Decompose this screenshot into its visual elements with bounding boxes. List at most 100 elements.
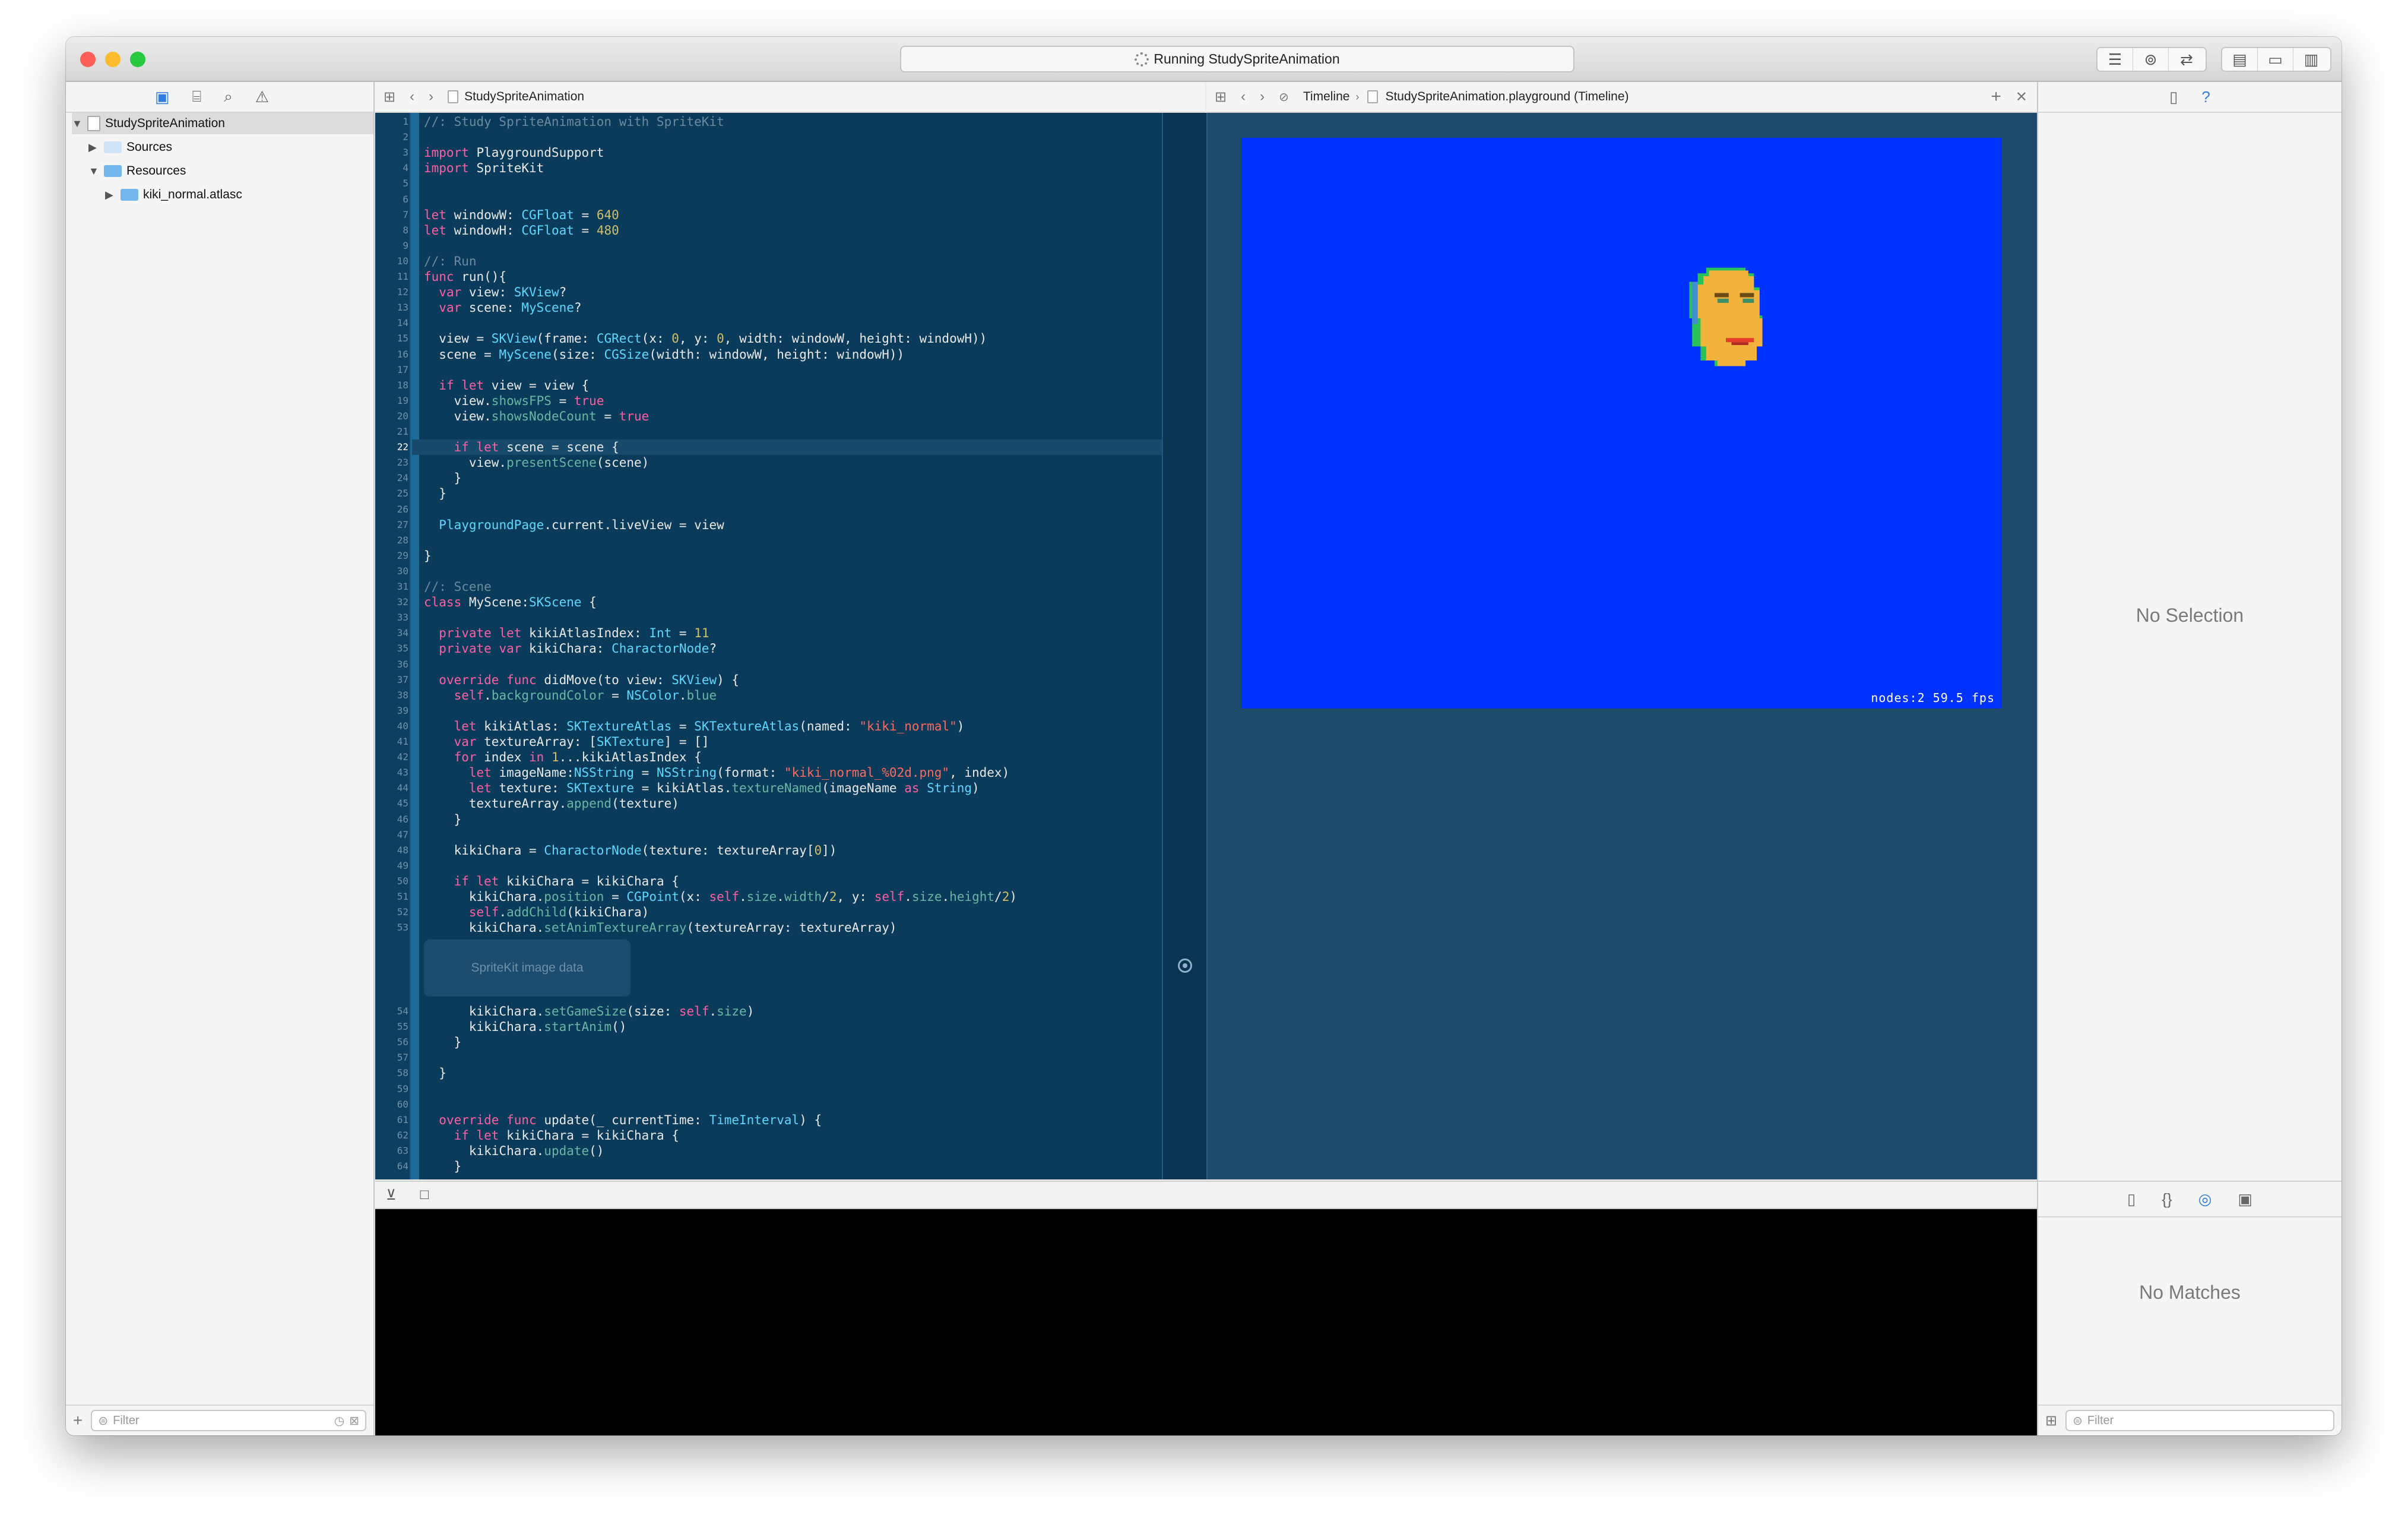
zoom-window-button[interactable] — [130, 52, 145, 67]
code-line[interactable]: let imageName:NSString = NSString(format… — [424, 765, 1009, 780]
disclosure-collapsed-icon[interactable]: ▶ — [105, 189, 116, 201]
line-number[interactable]: 55 — [375, 1019, 408, 1035]
code-line[interactable]: } — [424, 548, 432, 564]
code-line[interactable]: let texture: SKTexture = kikiAtlas.textu… — [424, 780, 980, 796]
line-number[interactable]: 12 — [375, 284, 408, 300]
code-line[interactable]: //: Run — [424, 254, 477, 269]
line-number[interactable]: 17 — [375, 362, 408, 378]
code-line[interactable]: view.presentScene(scene) — [424, 455, 649, 470]
line-number[interactable]: 37 — [375, 672, 408, 688]
line-number[interactable]: 28 — [375, 533, 408, 548]
forward-arrow-icon[interactable]: › — [1260, 88, 1265, 105]
code-line[interactable]: var scene: MyScene? — [424, 300, 581, 315]
code-line[interactable]: kikiChara = CharactorNode(texture: textu… — [424, 843, 837, 858]
code-line[interactable]: override func update(_ currentTime: Time… — [424, 1112, 822, 1128]
disclosure-expanded-icon[interactable]: ▼ — [88, 165, 99, 178]
line-number[interactable]: 2 — [375, 129, 408, 145]
grid-view-icon[interactable]: ⊞ — [2045, 1412, 2057, 1429]
line-number[interactable]: 9 — [375, 238, 408, 254]
line-number[interactable]: 62 — [375, 1128, 408, 1143]
line-number[interactable]: 30 — [375, 564, 408, 579]
line-number[interactable]: 26 — [375, 502, 408, 517]
quick-help-icon[interactable]: ? — [2201, 88, 2210, 106]
breadcrumb-timeline[interactable]: Timeline — [1303, 90, 1350, 104]
console-output[interactable] — [375, 1209, 2037, 1435]
line-number[interactable]: 6 — [375, 192, 408, 207]
standard-editor-icon[interactable]: ☰ — [2098, 48, 2133, 71]
view-toggle-segmented-control[interactable]: ▤ ▭ ▥ — [2221, 47, 2331, 72]
object-library-icon[interactable]: ◎ — [2198, 1190, 2212, 1209]
toggle-navigator-icon[interactable]: ▤ — [2222, 48, 2258, 71]
code-line[interactable]: self.addChild(kikiChara) — [424, 904, 649, 920]
code-line[interactable]: view.showsFPS = true — [424, 393, 604, 409]
file-inspector-icon[interactable]: ▯ — [2169, 88, 2178, 106]
toggle-debug-area-icon[interactable]: ▭ — [2258, 48, 2293, 71]
line-number[interactable]: 48 — [375, 843, 408, 858]
back-arrow-icon[interactable]: ‹ — [410, 88, 414, 105]
line-number[interactable]: 11 — [375, 269, 408, 284]
tree-item-playground[interactable]: ▼ StudySpriteAnimation — [72, 113, 373, 134]
code-line[interactable]: kikiChara.setGameSize(size: self.size) — [424, 1004, 755, 1019]
minimize-window-button[interactable] — [105, 52, 121, 67]
line-number[interactable]: 23 — [375, 455, 408, 470]
line-number[interactable]: 45 — [375, 796, 408, 811]
code-line[interactable]: private var kikiChara: CharactorNode? — [424, 641, 717, 656]
line-number[interactable]: 47 — [375, 827, 408, 843]
line-number[interactable]: 21 — [375, 424, 408, 439]
code-line[interactable]: PlaygroundPage.current.liveView = view — [424, 517, 724, 533]
line-number[interactable]: 13 — [375, 300, 408, 315]
code-line[interactable]: view.showsNodeCount = true — [424, 409, 649, 424]
line-number[interactable]: 61 — [375, 1112, 408, 1128]
line-number[interactable]: 42 — [375, 749, 408, 765]
folder-icon[interactable]: ▣ — [155, 88, 170, 106]
line-number[interactable]: 7 — [375, 207, 408, 223]
run-stop-icon[interactable]: □ — [420, 1187, 429, 1203]
line-number[interactable]: 51 — [375, 889, 408, 904]
code-line[interactable]: let windowH: CGFloat = 480 — [424, 223, 619, 238]
line-number[interactable]: 53 — [375, 920, 408, 935]
code-line[interactable]: textureArray.append(texture) — [424, 796, 679, 811]
disclosure-expanded-icon[interactable]: ▼ — [72, 118, 83, 130]
search-icon[interactable]: ⌕ — [224, 87, 233, 106]
line-number[interactable]: 32 — [375, 594, 408, 610]
line-number[interactable]: 5 — [375, 176, 408, 191]
line-number[interactable]: 14 — [375, 315, 408, 331]
line-number[interactable]: 58 — [375, 1065, 408, 1081]
line-number[interactable]: 57 — [375, 1050, 408, 1065]
line-number[interactable]: 15 — [375, 331, 408, 346]
code-line[interactable]: } — [424, 486, 446, 501]
code-line[interactable]: } — [424, 1159, 462, 1174]
forward-arrow-icon[interactable]: › — [429, 88, 433, 105]
hide-debug-area-icon[interactable]: ⊻ — [386, 1187, 397, 1204]
line-number[interactable]: 63 — [375, 1143, 408, 1159]
breadcrumb-file[interactable]: StudySpriteAnimation.playground (Timelin… — [1385, 90, 1628, 104]
code-line[interactable]: class MyScene:SKScene { — [424, 594, 597, 610]
code-line[interactable]: for index in 1...kikiAtlasIndex { — [424, 749, 702, 765]
file-template-icon[interactable]: ▯ — [2127, 1190, 2135, 1209]
assistant-editor-icon[interactable]: ⊚ — [2133, 48, 2169, 71]
code-line[interactable]: self.backgroundColor = NSColor.blue — [424, 688, 717, 703]
code-line[interactable]: if let scene = scene { — [424, 439, 619, 455]
tree-item-sources[interactable]: ▶ Sources — [88, 137, 172, 158]
line-number[interactable]: 56 — [375, 1035, 408, 1050]
line-number[interactable]: 8 — [375, 223, 408, 238]
code-line[interactable]: view = SKView(frame: CGRect(x: 0, y: 0, … — [424, 331, 987, 346]
breadcrumb-file[interactable]: StudySpriteAnimation — [464, 90, 584, 104]
code-line[interactable]: func run(){ — [424, 269, 506, 284]
code-line[interactable]: if let kikiChara = kikiChara { — [424, 874, 679, 889]
code-line[interactable]: let windowW: CGFloat = 640 — [424, 207, 619, 223]
code-line[interactable]: override func didMove(to view: SKView) { — [424, 672, 739, 688]
line-number[interactable]: 59 — [375, 1081, 408, 1097]
code-editor[interactable]: 1 2 3 4 5 6 7 8 9 10 11 12 13 14 15 16 17 18 19 20 21 22 23 24 2… — [375, 113, 1206, 1179]
code-line[interactable]: var view: SKView? — [424, 284, 566, 300]
code-line[interactable]: scene = MyScene(size: CGSize(width: wind… — [424, 347, 904, 362]
code-line[interactable]: import PlaygroundSupport — [424, 145, 604, 160]
inline-result-bubble[interactable]: SpriteKit image data — [424, 940, 630, 997]
editor-mode-segmented-control[interactable]: ☰ ⊚ ⇄ — [2096, 47, 2207, 72]
line-number[interactable]: 33 — [375, 610, 408, 625]
line-number[interactable]: 29 — [375, 548, 408, 564]
line-number[interactable]: 40 — [375, 719, 408, 734]
back-arrow-icon[interactable]: ‹ — [1241, 88, 1246, 105]
line-number[interactable]: 34 — [375, 625, 408, 641]
line-number[interactable]: 4 — [375, 160, 408, 176]
